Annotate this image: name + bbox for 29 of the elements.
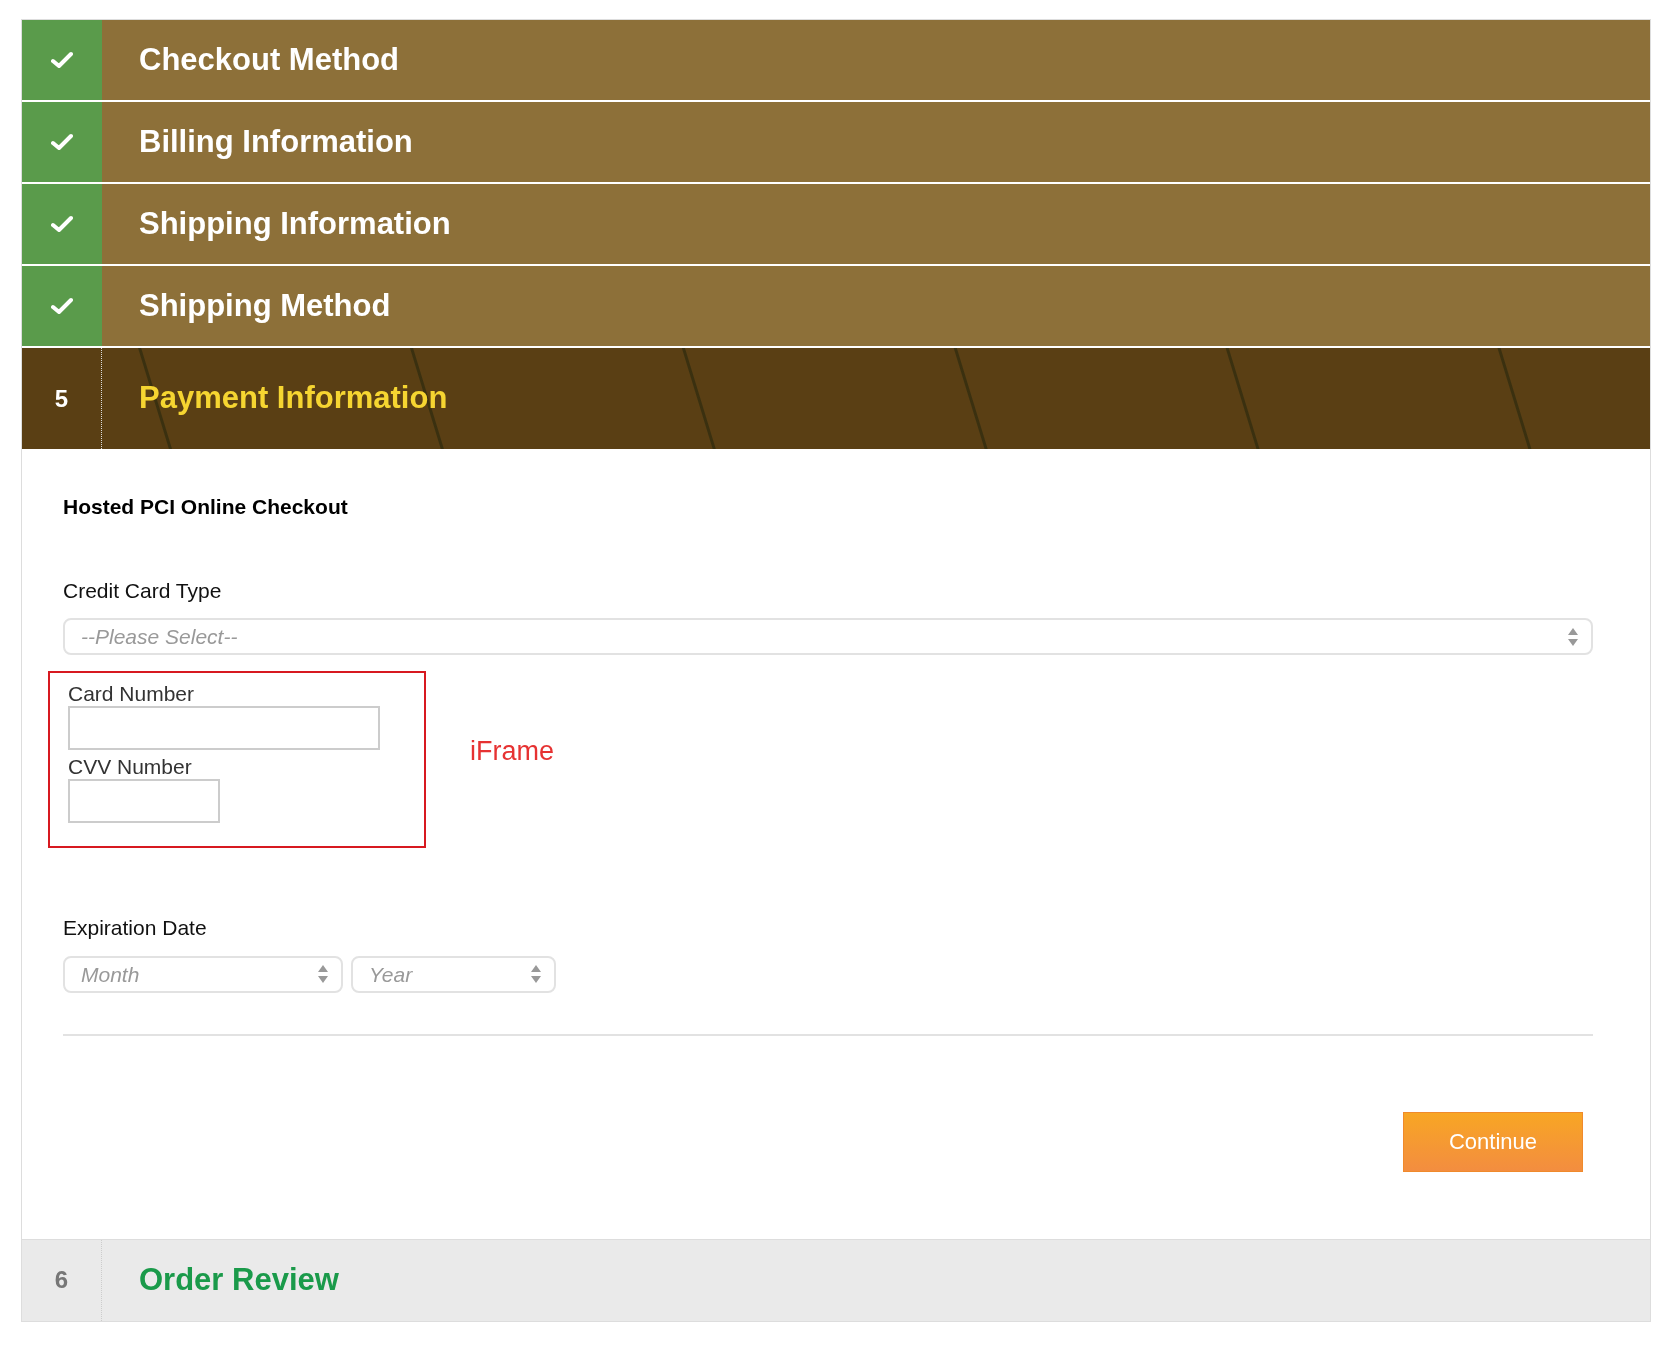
select-field[interactable]: Year bbox=[351, 955, 556, 993]
step-title: Shipping Information bbox=[139, 204, 451, 243]
select-field[interactable]: --Please Select-- bbox=[63, 618, 1593, 655]
form-heading: Hosted PCI Online Checkout bbox=[63, 494, 349, 520]
step-title: Payment Information bbox=[139, 379, 448, 418]
field-label: Expiration Date bbox=[63, 915, 208, 942]
step-title: Shipping Method bbox=[139, 286, 391, 325]
input-field[interactable] bbox=[68, 779, 220, 824]
check-icon bbox=[51, 133, 73, 151]
annotation-label: iFrame bbox=[470, 735, 554, 769]
step-header[interactable]: 6 Order Review bbox=[22, 1238, 1650, 1321]
check-icon bbox=[51, 51, 73, 69]
step-header[interactable]: Billing Information bbox=[22, 102, 1650, 184]
field-label: Card Number bbox=[68, 682, 196, 707]
step-header[interactable]: Shipping Method bbox=[22, 266, 1650, 348]
input-field[interactable] bbox=[68, 706, 380, 751]
select-field[interactable]: Month bbox=[63, 955, 343, 993]
check-icon bbox=[51, 215, 73, 233]
field-label: Credit Card Type bbox=[63, 577, 223, 604]
step-header[interactable]: 5 Payment Information bbox=[22, 348, 1650, 451]
step-number: 6 bbox=[54, 1265, 69, 1296]
field-label: CVV Number bbox=[68, 755, 193, 780]
step-header[interactable]: Checkout Method bbox=[22, 20, 1650, 102]
check-icon bbox=[51, 297, 73, 315]
step-number: 5 bbox=[54, 383, 69, 414]
step-title: Checkout Method bbox=[139, 40, 400, 79]
step-title: Billing Information bbox=[139, 122, 413, 161]
step-title: Order Review bbox=[139, 1261, 339, 1300]
step-header[interactable]: Shipping Information bbox=[22, 184, 1650, 266]
